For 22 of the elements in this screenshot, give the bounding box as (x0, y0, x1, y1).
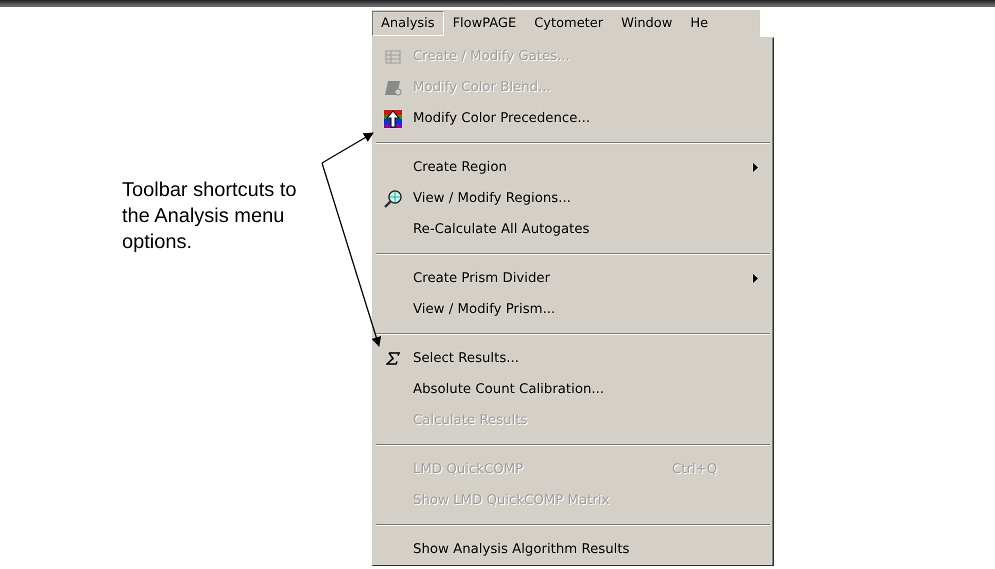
annotation-text: Toolbar shortcuts to the Analysis menu options. (122, 178, 298, 255)
menu-item[interactable]: View / Modify Prism... (373, 294, 773, 325)
menu-item[interactable]: View / Modify Regions... (373, 183, 773, 214)
menu-item[interactable]: Select Results... (373, 343, 773, 374)
menu-bar-item[interactable]: He (681, 11, 718, 36)
menu-item[interactable]: Create Region (373, 152, 773, 183)
menu-bar-item[interactable]: Cytometer (525, 11, 612, 36)
magnifier-icon (383, 190, 403, 208)
menu-item[interactable]: Absolute Count Calibration... (373, 374, 773, 405)
menu-item[interactable]: Create Prism Divider (373, 263, 773, 294)
menu-item[interactable]: Modify Color Precedence... (373, 103, 773, 134)
color-arrow-icon (384, 110, 402, 128)
menu-item[interactable]: Re-Calculate All Autogates (373, 214, 773, 245)
sigma-icon (386, 352, 400, 365)
menu-bar-item[interactable]: Window (612, 11, 682, 36)
menu-bar-item[interactable]: Analysis (372, 11, 444, 36)
submenu-arrow-icon (753, 274, 758, 283)
grid-icon (385, 50, 401, 64)
submenu-arrow-icon (753, 163, 758, 172)
menu-bar-item[interactable]: FlowPAGE (444, 11, 526, 36)
blend-icon (384, 80, 402, 96)
menu-item[interactable]: Show Analysis Algorithm Results (373, 534, 773, 565)
